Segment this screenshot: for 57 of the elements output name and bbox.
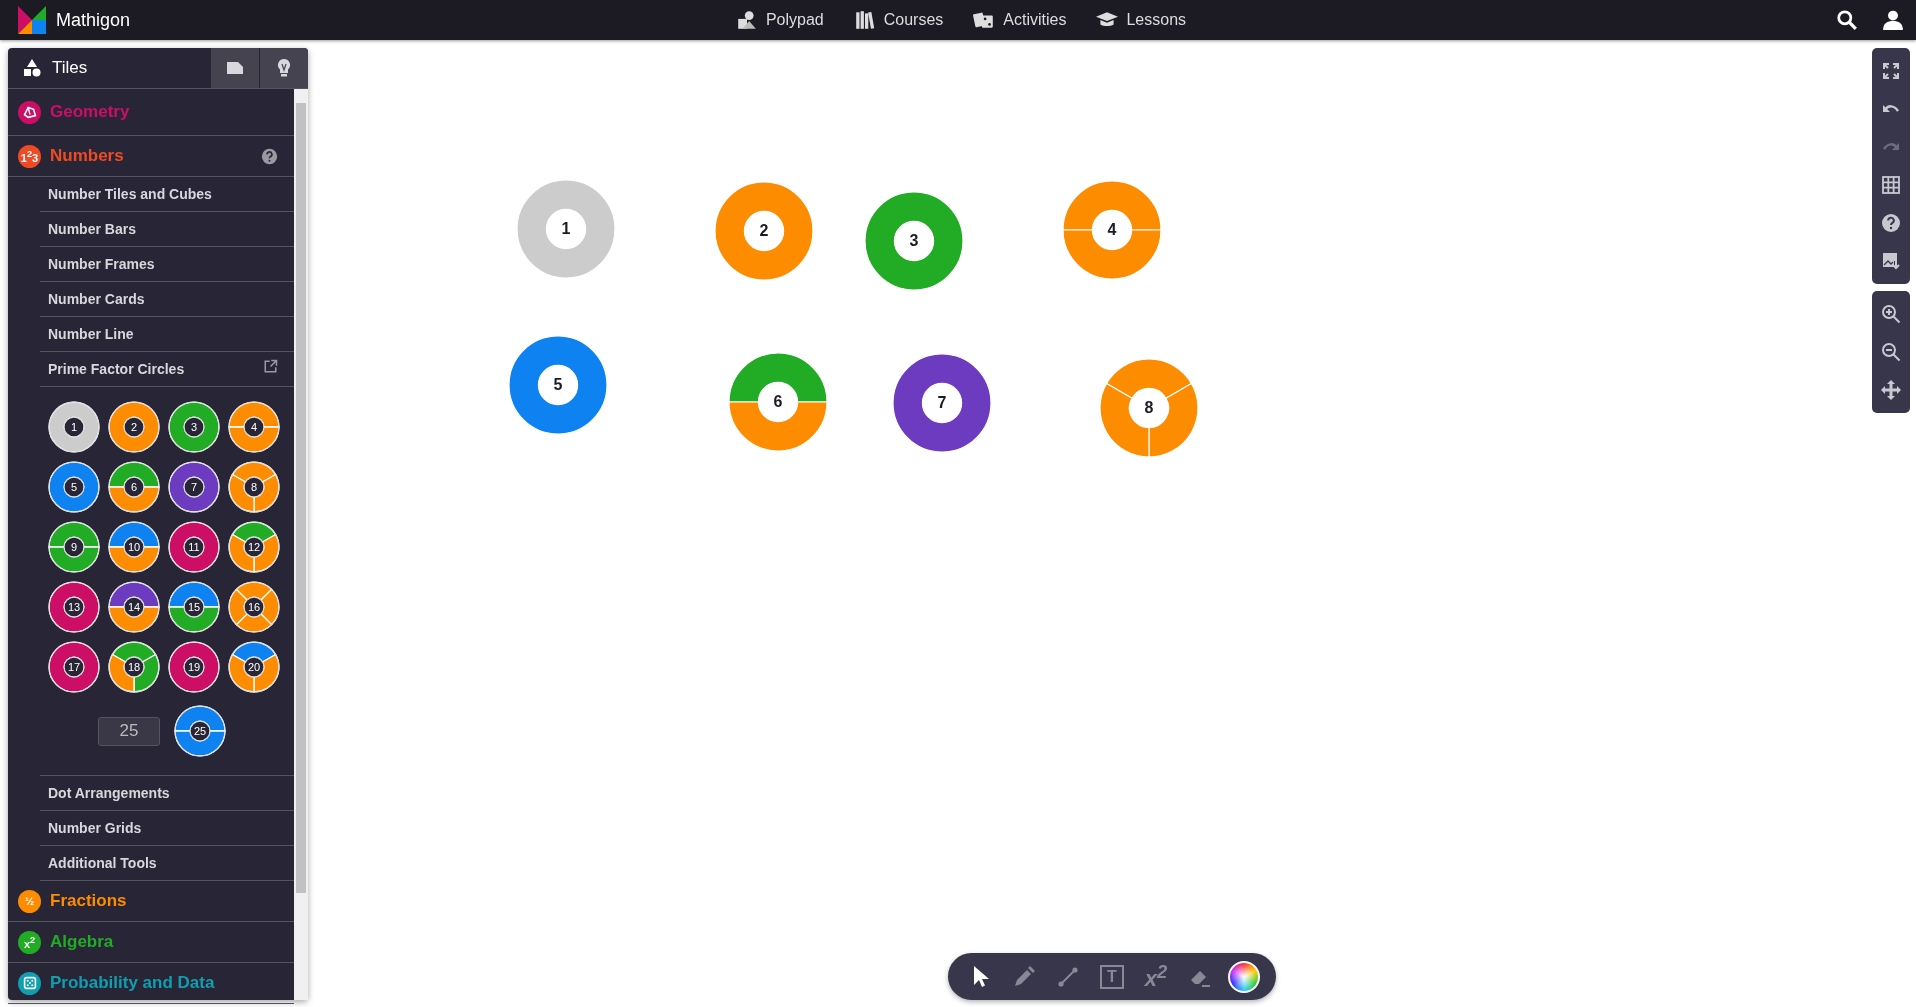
nav-link[interactable]: Activities [973,9,1067,31]
category-header[interactable]: Probability and Data [8,963,294,1004]
shapes-icon [22,58,42,78]
user-icon[interactable] [1882,9,1904,31]
external-link-icon[interactable] [263,358,278,374]
help-icon [1881,213,1901,233]
line-icon [1056,964,1080,989]
hint-button[interactable] [259,48,308,88]
zoom-in-icon [1881,304,1901,324]
prime-factor-circle[interactable]: 4 [228,401,280,453]
nav-link[interactable]: Lessons [1096,9,1187,31]
grid-icon [1881,175,1901,195]
prime-factor-circle[interactable]: 14 [108,581,160,633]
prime-factor-circle[interactable]: 16 [228,581,280,633]
prime-factor-circle[interactable]: 3 [168,401,220,453]
color-wheel-icon [1228,960,1260,993]
prime-factor-circle[interactable]: 6 [108,461,160,513]
prime-factor-circle[interactable]: 25 [174,705,226,757]
nav-link[interactable]: Polypad [735,9,824,31]
brand-name[interactable]: Mathigon [56,9,131,31]
category-header[interactable]: 1$^{2}$3 Numbers [8,136,294,177]
pen-icon [1012,964,1036,989]
help-icon[interactable] [261,147,278,165]
move-arrows-icon [1881,380,1901,400]
books-icon [853,9,876,31]
prime-factor-circle[interactable]: 19 [168,641,220,693]
category-badge: ½ [18,889,41,913]
prime-factor-circle[interactable]: 10 [108,521,160,573]
image-download-icon [1881,251,1901,271]
category-header[interactable]: ½ Fractions [8,881,294,922]
shapes-icon [735,9,758,31]
prime-factor-circle[interactable]: 9 [48,521,100,573]
folder-button[interactable] [210,48,259,88]
category-header[interactable]: x$^{2}$ Algebra [8,922,294,963]
prime-factor-circle[interactable]: 11 [168,521,220,573]
prime-factor-circle[interactable]: 20 [228,641,280,693]
prime-factor-circle[interactable]: 8 [228,461,280,513]
panel-title: Tiles [52,58,88,78]
logo-icon[interactable] [18,6,46,34]
category-badge: x$^{2}$ [18,930,41,954]
prime-factor-circle[interactable]: 5 [48,461,100,513]
zoom-out-icon [1881,342,1901,362]
expand-arrows-icon [1881,61,1901,81]
category-badge: 1$^{2}$3 [18,144,41,168]
prime-factor-circle[interactable]: 12 [228,521,280,573]
prime-factor-circle[interactable]: 15 [168,581,220,633]
prime-factor-circle[interactable]: 1 [48,401,100,453]
prime-factor-circle[interactable]: 13 [48,581,100,633]
nav-link[interactable]: Courses [853,9,944,31]
search-icon[interactable] [1836,9,1858,31]
tool-list-item[interactable]: Prime Factor Circles [40,352,294,387]
number-input[interactable]: 25 [98,716,160,746]
prime-factor-circle[interactable]: 18 [108,641,160,693]
prime-factor-circle[interactable]: 2 [108,401,160,453]
prime-factor-circle[interactable]: 7 [168,461,220,513]
scrollbar[interactable] [294,89,308,1000]
prime-factor-circle[interactable]: 17 [48,641,100,693]
